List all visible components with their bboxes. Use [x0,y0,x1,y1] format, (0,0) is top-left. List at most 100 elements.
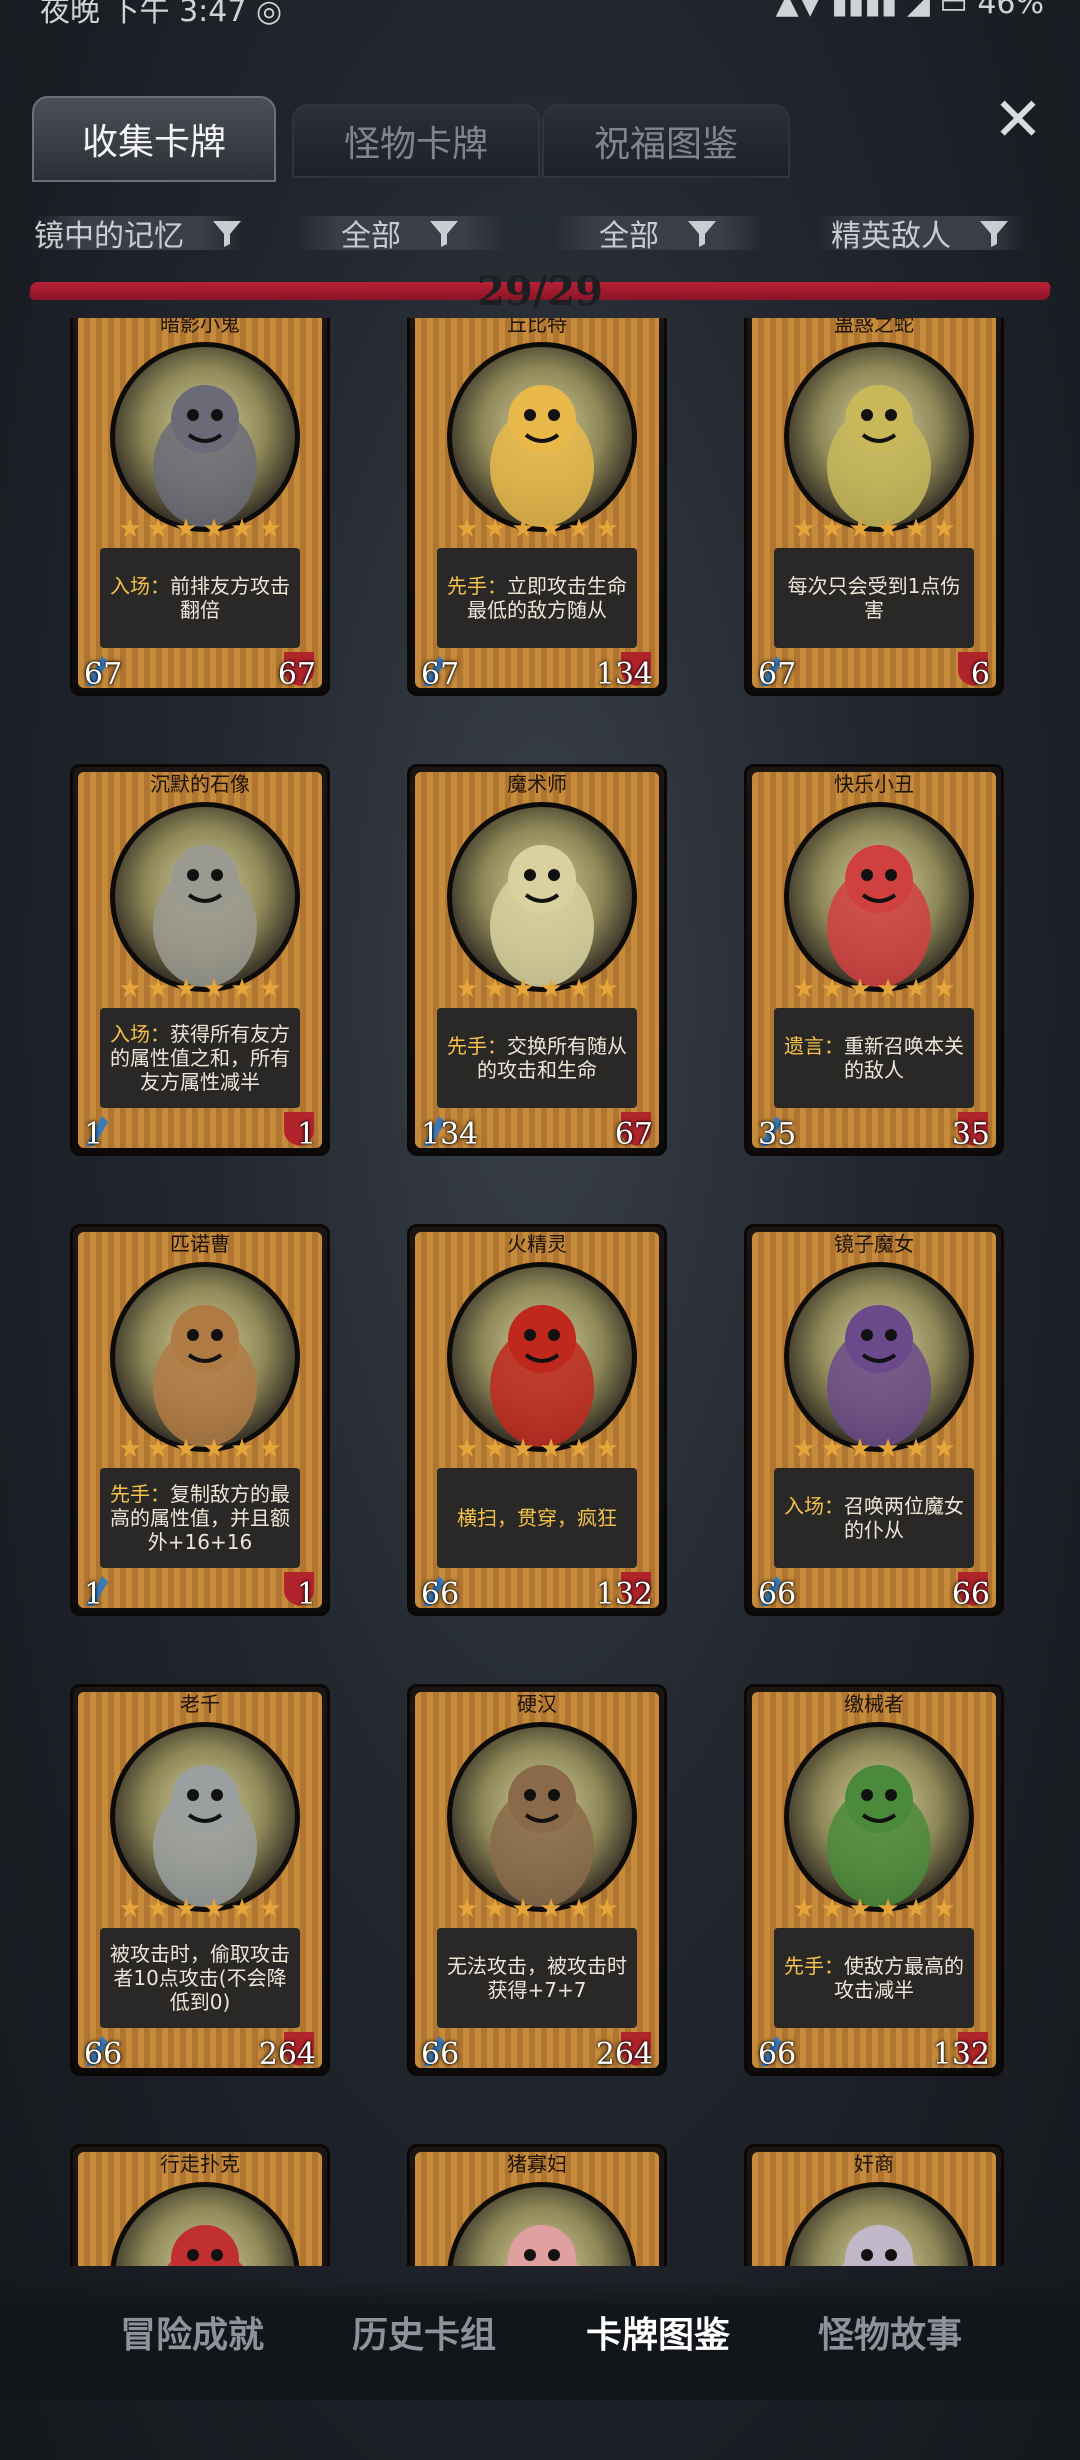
card-description: 遗言：重新召唤本关的敌人 [774,1008,974,1108]
star-icon: ★ [258,1434,282,1464]
star-icon: ★ [539,514,563,544]
monster-card[interactable]: 镜子魔女 ★ ★ ★ ★ ★ ★ 入场：召唤两位魔女的仆从 66 66 [744,1224,1004,1616]
star-icon: ★ [848,1434,872,1464]
monster-card[interactable]: 猪寡妇★★★★★★ [407,2144,667,2266]
keyword: 横扫，贯穿，疯狂 [457,1506,617,1530]
card-portrait [110,1722,300,1912]
card-description: 先手：使敌方最高的攻击减半 [774,1928,974,2028]
description-text: 无法攻击，被攻击时获得+7+7 [447,1954,627,2002]
star-icon: ★ [230,1434,254,1464]
star-icon: ★ [932,1894,956,1924]
nav-card-guide[interactable]: 卡牌图鉴 [586,2306,730,2358]
health-value: 6 [970,657,990,692]
nav-achievements[interactable]: 冒险成就 [120,2306,264,2358]
star-rating: ★ ★ ★ ★ ★ ★ [96,1436,304,1464]
star-rating: ★ ★ ★ ★ ★ ★ [433,1896,641,1924]
card-name: 快乐小丑 [834,772,914,796]
star-icon: ★ [174,514,198,544]
attack-value: 1 [84,1577,104,1612]
filter-enemy[interactable]: 精英敌人 [806,208,1036,258]
attack-value: 1 [84,1117,104,1152]
filter-bar: 镜中的记忆 全部 全部 精英敌人 [24,208,1056,258]
card-description: 入场：获得所有友方的属性值之和，所有友方属性减半 [100,1008,300,1108]
card-grid[interactable]: 暗影小鬼 ★ ★ ★ ★ ★ ★ 入场：前排友方攻击翻倍 67 67 丘比特 ★ ★ ★ ★ ★ ★ 先手：立即攻… [0,318,1080,2266]
card-portrait [447,1722,637,1912]
star-icon: ★ [483,974,507,1004]
health-value: 132 [595,1577,653,1612]
card-name: 缴械者 [844,1692,904,1716]
star-icon: ★ [932,974,956,1004]
filter-expansion[interactable]: 镜中的记忆 [24,208,254,258]
star-icon: ★ [118,1434,142,1464]
tab-monster-cards[interactable]: 怪物卡牌 [292,104,540,178]
card-portrait [447,802,637,992]
tab-blessing-guide[interactable]: 祝福图鉴 [542,104,790,178]
health-value: 264 [595,2037,653,2072]
health-value: 67 [614,1117,653,1152]
star-icon: ★ [567,1894,591,1924]
star-icon: ★ [932,1434,956,1464]
health-value: 132 [932,2037,990,2072]
health-value: 66 [951,1577,990,1612]
monster-illustration [153,385,257,527]
card-description: 入场：前排友方攻击翻倍 [100,548,300,648]
keyword: 先手： [110,1482,170,1506]
monster-illustration [827,1765,931,1907]
star-rating: ★ ★ ★ ★ ★ ★ [96,516,304,544]
monster-card[interactable]: 老千 ★ ★ ★ ★ ★ ★ 被攻击时，偷取攻击者10点攻击(不会降低到0) 66 264 [70,1684,330,2076]
status-right: ▲▼ ▮▮▮▮ ◢ ▭ 46% [775,0,1044,21]
close-button[interactable]: ✕ [988,90,1048,150]
monster-card[interactable]: 丘比特 ★ ★ ★ ★ ★ ★ 先手：立即攻击生命最低的敌方随从 67 134 [407,318,667,696]
card-description: 入场：召唤两位魔女的仆从 [774,1468,974,1568]
filter-rarity[interactable]: 全部 [286,208,516,258]
card-portrait [784,1262,974,1452]
monster-card[interactable]: 快乐小丑 ★ ★ ★ ★ ★ ★ 遗言：重新召唤本关的敌人 35 35 [744,764,1004,1156]
card-name: 丘比特 [507,318,567,336]
attack-value: 66 [84,2037,123,2072]
star-icon: ★ [202,974,226,1004]
monster-illustration [490,385,594,527]
monster-card[interactable]: 硬汉 ★ ★ ★ ★ ★ ★ 无法攻击，被攻击时获得+7+7 66 264 [407,1684,667,2076]
keyword: 先手： [447,574,507,598]
monster-card[interactable]: 蛊惑之蛇 ★ ★ ★ ★ ★ ★ 每次只会受到1点伤害 67 6 [744,318,1004,696]
card-name: 暗影小鬼 [160,318,240,336]
star-icon: ★ [876,974,900,1004]
card-portrait [110,802,300,992]
star-icon: ★ [146,1894,170,1924]
star-icon: ★ [595,1894,619,1924]
monster-card[interactable]: 行走扑克★★★★★★ [70,2144,330,2266]
monster-illustration [153,1305,257,1447]
star-icon: ★ [567,1434,591,1464]
card-description: 每次只会受到1点伤害 [774,548,974,648]
monster-card[interactable]: 暗影小鬼 ★ ★ ★ ★ ★ ★ 入场：前排友方攻击翻倍 67 67 [70,318,330,696]
filter-label: 全部 [341,219,401,254]
star-icon: ★ [567,514,591,544]
monster-illustration [153,1765,257,1907]
star-icon: ★ [146,974,170,1004]
filter-label: 镜中的记忆 [34,219,184,254]
keyword: 先手： [447,1034,507,1058]
card-name: 行走扑克 [160,2152,240,2176]
star-icon: ★ [118,514,142,544]
monster-card[interactable]: 匹诺曹 ★ ★ ★ ★ ★ ★ 先手：复制敌方的最高的属性值，并且额外+16+16 1 1 [70,1224,330,1616]
filter-type[interactable]: 全部 [544,208,774,258]
monster-card[interactable]: 缴械者 ★ ★ ★ ★ ★ ★ 先手：使敌方最高的攻击减半 66 132 [744,1684,1004,2076]
star-rating: ★ ★ ★ ★ ★ ★ [96,1896,304,1924]
star-icon: ★ [848,1894,872,1924]
description-text: 被攻击时，偷取攻击者10点攻击(不会降低到0) [110,1942,290,2014]
monster-card[interactable]: 魔术师 ★ ★ ★ ★ ★ ★ 先手：交换所有随从的攻击和生命 134 67 [407,764,667,1156]
nav-monster-stories[interactable]: 怪物故事 [818,2306,962,2358]
star-icon: ★ [230,1894,254,1924]
nav-history-decks[interactable]: 历史卡组 [352,2306,496,2358]
star-icon: ★ [848,514,872,544]
monster-card[interactable]: 火精灵 ★ ★ ★ ★ ★ ★ 横扫，贯穿，疯狂 66 132 [407,1224,667,1616]
tab-collect-cards[interactable]: 收集卡牌 [32,96,276,182]
star-icon: ★ [876,1434,900,1464]
card-name: 猪寡妇 [507,2152,567,2176]
star-rating: ★ ★ ★ ★ ★ ★ [770,1896,978,1924]
monster-card[interactable]: 沉默的石像 ★ ★ ★ ★ ★ ★ 入场：获得所有友方的属性值之和，所有友方属性减半 1 1 [70,764,330,1156]
card-portrait [784,1722,974,1912]
card-name: 匹诺曹 [170,1232,230,1256]
star-icon: ★ [511,1894,535,1924]
monster-card[interactable]: 奸商★★★★★★ [744,2144,1004,2266]
